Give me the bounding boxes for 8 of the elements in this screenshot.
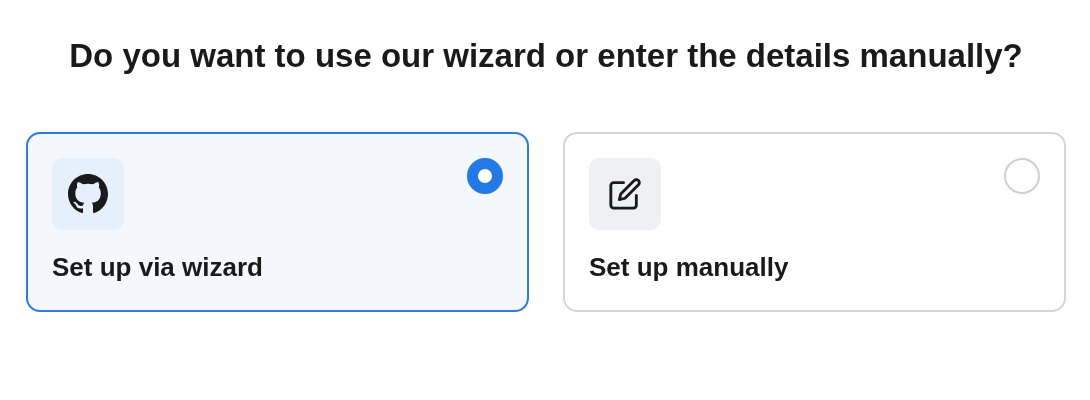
question-heading: Do you want to use our wizard or enter the details manually? [68, 36, 1024, 76]
cat-icon [68, 174, 108, 214]
option-card[interactable]: Set up manually [563, 132, 1066, 312]
option-label: Set up via wizard [52, 252, 264, 283]
radio-button[interactable] [467, 158, 503, 194]
edit-icon [608, 177, 642, 211]
option-card[interactable]: Set up via wizard [26, 132, 529, 312]
option-label: Set up manually [589, 252, 790, 283]
